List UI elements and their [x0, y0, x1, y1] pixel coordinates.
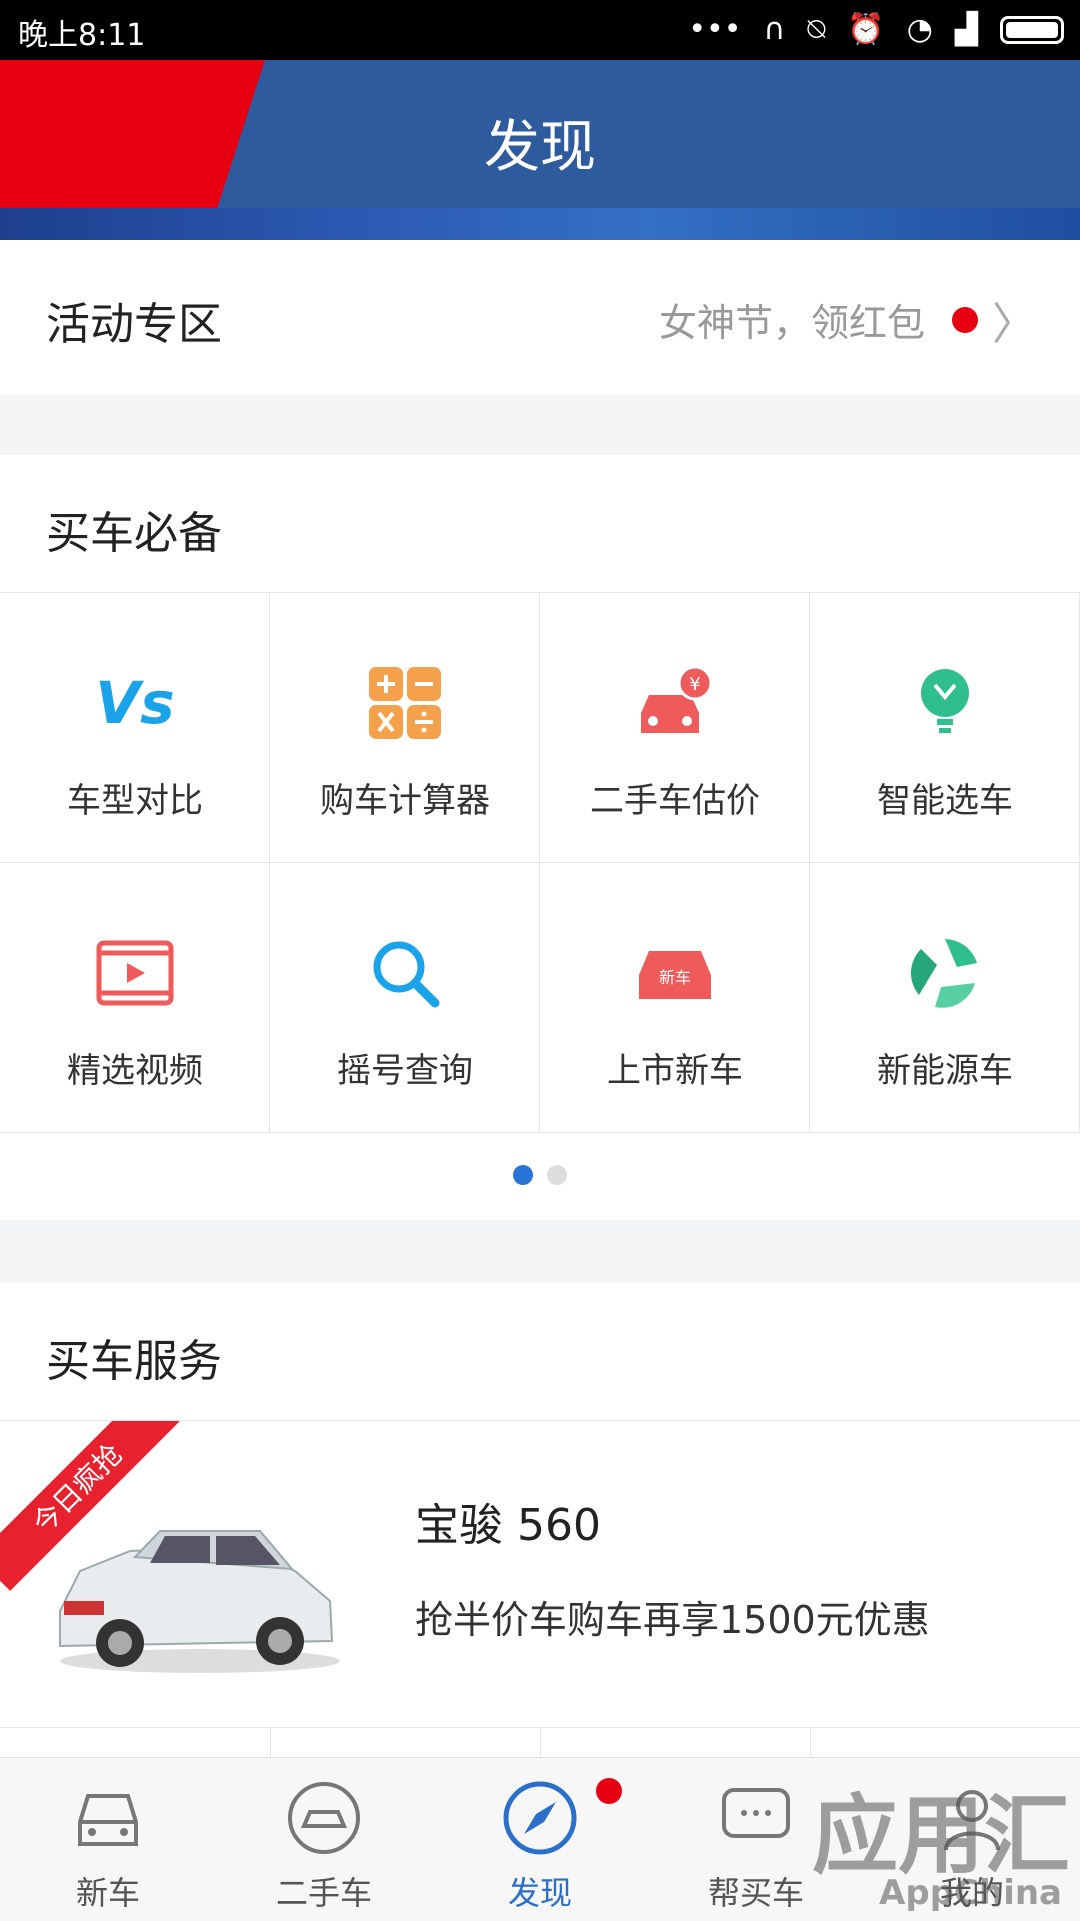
- more-icon: •••: [688, 12, 742, 47]
- feature-grid: Vs 车型对比 购车计算器 ¥ 二手车估价 智能选车 精选视频 摇号查询 新车 …: [0, 592, 1080, 1133]
- svg-text:新车: 新车: [659, 968, 691, 987]
- activity-zone-row[interactable]: 活动专区 女神节，领红包 〉: [0, 240, 1080, 395]
- tab-new-car[interactable]: 新车: [0, 1758, 216, 1921]
- grid-item-new-energy[interactable]: 新能源车: [810, 863, 1080, 1133]
- svg-text:Vs: Vs: [95, 669, 174, 737]
- deal-description: 抢半价车购车再享1500元优惠: [415, 1598, 930, 1642]
- page-dot-active[interactable]: [513, 1165, 533, 1185]
- grid-item-label: 购车计算器: [320, 781, 490, 821]
- page-title: 发现: [484, 115, 596, 180]
- chevron-right-icon: 〉: [992, 299, 1036, 350]
- grid-item-label: 智能选车: [877, 781, 1013, 821]
- car-price-icon: ¥: [641, 665, 713, 733]
- tab-label: 发现: [507, 1874, 572, 1912]
- wifi-icon: ◔: [906, 12, 933, 47]
- used-car-icon: [288, 1782, 360, 1854]
- grid-item-label: 精选视频: [67, 1051, 203, 1091]
- deal-card[interactable]: 今日疯抢 宝骏 560 抢半价车购车再享1500元优惠: [0, 1420, 1080, 1731]
- tab-used-car[interactable]: 二手车: [216, 1758, 432, 1921]
- grid-item-label: 车型对比: [67, 781, 203, 821]
- grid-item-label: 新能源车: [877, 1051, 1013, 1091]
- grid-item-used-car-price[interactable]: ¥ 二手车估价: [540, 593, 810, 863]
- buying-essentials-section: 买车必备 Vs 车型对比 购车计算器 ¥ 二手车估价 智能选车 精选视频 摇号查…: [0, 455, 1080, 1220]
- signal-icon: ▟: [954, 12, 978, 47]
- section-title: 买车服务: [46, 1336, 222, 1387]
- status-bar: 晚上8:11 ••• ∩ ⍉ ⏰ ◔ ▟: [0, 0, 1080, 60]
- notification-dot: [596, 1778, 622, 1804]
- svg-text:¥: ¥: [689, 674, 700, 695]
- battery-icon: [1000, 16, 1064, 44]
- status-time: 晚上8:11: [18, 18, 146, 53]
- grid-item-new-launch[interactable]: 新车 上市新车: [540, 863, 810, 1133]
- grid-item-label: 二手车估价: [590, 781, 760, 821]
- grid-item-lottery-query[interactable]: 摇号查询: [270, 863, 540, 1133]
- eco-icon: [910, 939, 977, 1008]
- tab-label: 新车: [75, 1874, 140, 1912]
- activity-promo-text: 女神节，领红包: [658, 301, 925, 345]
- tab-discover[interactable]: 发现: [432, 1758, 648, 1921]
- bulb-icon: [921, 669, 969, 733]
- video-icon: [96, 940, 174, 1006]
- watermark-cn: 应用汇: [812, 1786, 1070, 1886]
- activity-zone-label: 活动专区: [46, 299, 222, 350]
- grid-item-compare[interactable]: Vs 车型对比: [0, 593, 270, 863]
- next-grid-peek: [0, 1727, 1080, 1758]
- new-dot-badge: [952, 307, 978, 333]
- grid-item-smart-pick[interactable]: 智能选车: [810, 593, 1080, 863]
- section-title: 买车必备: [46, 508, 222, 559]
- page-dot[interactable]: [547, 1165, 567, 1185]
- new-car-icon: 新车: [639, 951, 711, 999]
- status-icons: ••• ∩ ⍉ ⏰ ◔ ▟: [688, 12, 1064, 48]
- car-front-icon: [78, 1794, 138, 1846]
- compass-icon: [503, 1781, 577, 1855]
- page-indicator: [0, 1165, 1080, 1189]
- watermark-en: AppChina: [879, 1873, 1062, 1913]
- grid-item-label: 摇号查询: [337, 1051, 473, 1091]
- alarm-icon: ⏰: [847, 12, 885, 47]
- grid-item-videos[interactable]: 精选视频: [0, 863, 270, 1133]
- header-banner-strip: [0, 208, 1080, 240]
- car-model-name: 宝骏 560: [415, 1500, 601, 1551]
- watermark-logo: 应用汇 AppChina: [650, 1765, 1070, 1915]
- grid-item-label: 上市新车: [607, 1051, 743, 1091]
- page-header: 发现: [0, 60, 1080, 240]
- search-icon: [373, 941, 440, 1008]
- tab-label: 二手车: [275, 1874, 372, 1912]
- headset-icon: ∩: [763, 12, 786, 47]
- car-image: [59, 1530, 340, 1673]
- buying-services-section: 买车服务 今日疯抢 宝骏 560 抢半价车购车再享1500元优惠: [0, 1283, 1080, 1753]
- mute-icon: ⍉: [807, 12, 826, 47]
- calculator-icon: [369, 667, 441, 739]
- grid-item-calculator[interactable]: 购车计算器: [270, 593, 540, 863]
- vs-icon: Vs: [95, 669, 174, 737]
